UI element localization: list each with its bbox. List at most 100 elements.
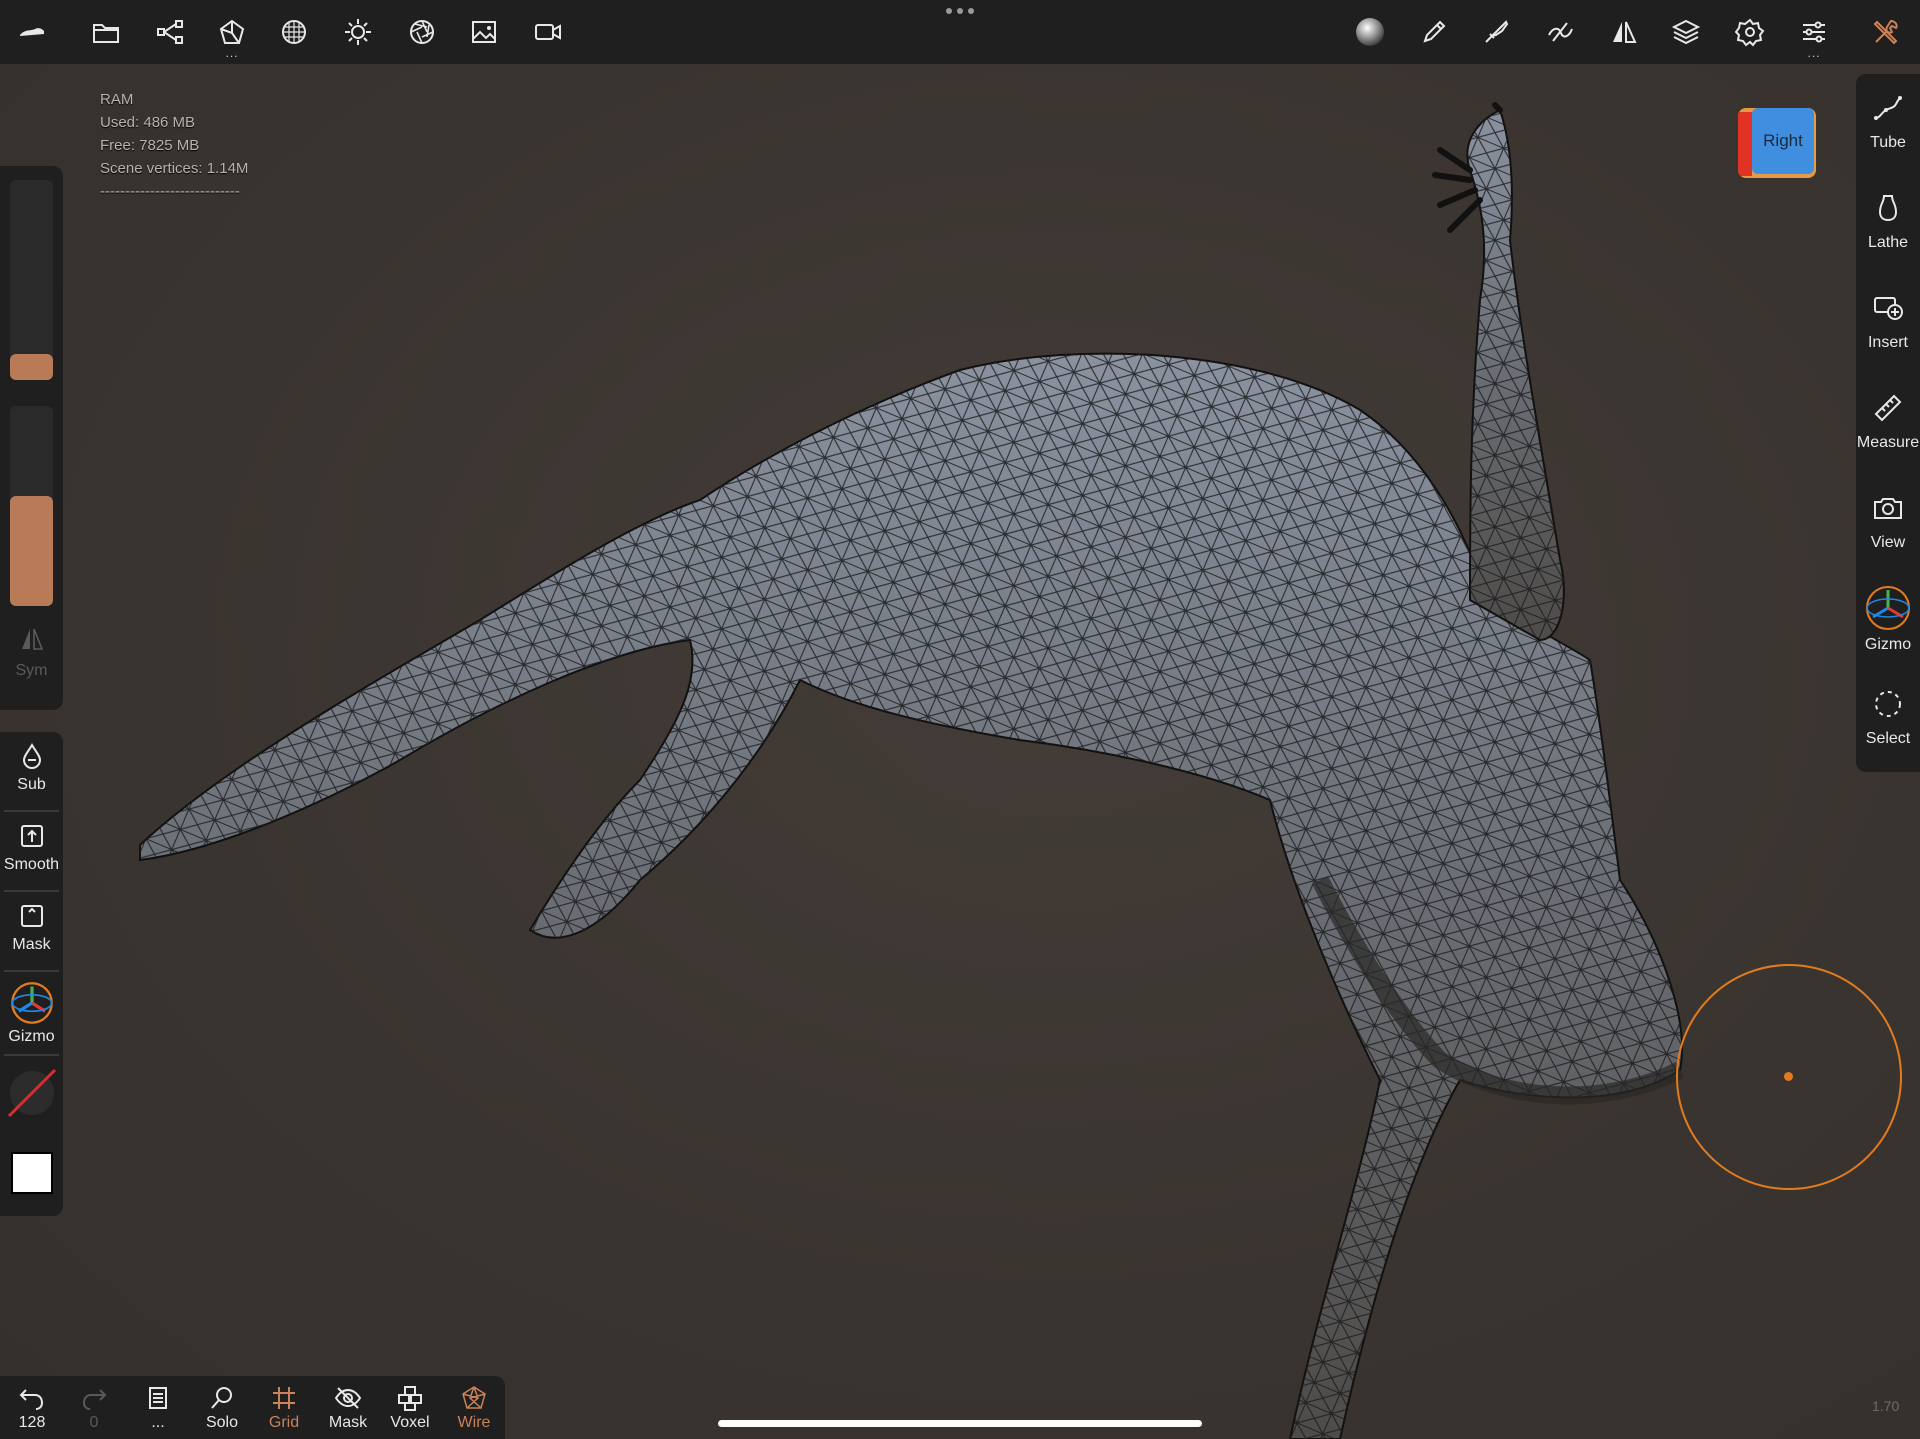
undo-count: 128 <box>18 1414 46 1431</box>
history-more: ... <box>151 1414 165 1431</box>
redo-icon <box>82 1389 107 1410</box>
gizmo-tool[interactable]: Gizmo <box>1856 584 1920 654</box>
select-tool[interactable]: Select <box>1856 688 1920 748</box>
history-button[interactable]: ... <box>128 1384 188 1432</box>
sym-toggle[interactable]: Sym <box>0 626 63 680</box>
ruler-icon <box>1874 394 1902 422</box>
matcap-sphere-icon[interactable] <box>1346 8 1394 56</box>
stroke-icon[interactable] <box>1536 8 1584 56</box>
insert-tool[interactable]: Insert <box>1856 292 1920 352</box>
light-icon[interactable] <box>334 8 382 56</box>
measure-label: Measure <box>1856 434 1920 451</box>
smooth-icon <box>20 825 43 847</box>
mask-visibility-button[interactable]: Mask <box>318 1384 378 1432</box>
radius-slider[interactable] <box>10 180 53 380</box>
view-cube-left-face[interactable] <box>1738 112 1752 176</box>
nomad-logo-icon[interactable] <box>8 8 56 56</box>
radius-slider-fill <box>10 354 53 380</box>
camera-aperture-icon[interactable] <box>398 8 446 56</box>
redo-button[interactable]: 0 <box>64 1384 124 1432</box>
tube-tool[interactable]: Tube <box>1856 92 1920 152</box>
voxel-button[interactable]: Voxel <box>380 1384 440 1432</box>
eye-slash-icon <box>334 1387 362 1409</box>
lathe-icon <box>1878 195 1898 222</box>
view-label: View <box>1870 534 1906 551</box>
layers-icon[interactable] <box>1662 8 1710 56</box>
lathe-tool[interactable]: Lathe <box>1856 192 1920 252</box>
sub-label: Sub <box>17 776 46 793</box>
measure-tool[interactable]: Measure <box>1856 392 1920 452</box>
scene-stats: RAM Used: 486 MB Free: 7825 MB Scene ver… <box>100 88 248 203</box>
redo-count: 0 <box>89 1414 99 1431</box>
solo-label: Solo <box>205 1414 239 1431</box>
intensity-slider-fill <box>10 496 53 606</box>
folder-icon[interactable] <box>82 8 130 56</box>
material-icon[interactable] <box>270 8 318 56</box>
select-icon <box>1875 691 1901 717</box>
wire-button[interactable]: Wire <box>444 1384 504 1432</box>
video-icon[interactable] <box>524 8 572 56</box>
ram-free: Free: 7825 MB <box>100 137 200 154</box>
color-swatch-none[interactable] <box>0 1068 63 1124</box>
gizmo-label: Gizmo <box>1864 636 1912 653</box>
left-tool-panel: Sub Smooth Mask Gizmo <box>0 732 63 1216</box>
wire-label: Wire <box>457 1414 491 1431</box>
symmetry-icon[interactable] <box>1600 8 1648 56</box>
3d-viewport[interactable] <box>0 0 1920 1439</box>
wireframe-model[interactable] <box>0 0 1920 1439</box>
wireframe-icon <box>462 1386 486 1409</box>
grid-button[interactable]: Grid <box>254 1384 314 1432</box>
paint-brush-icon[interactable] <box>1472 8 1520 56</box>
scene-graph-icon[interactable] <box>146 8 194 56</box>
tube-icon <box>1874 96 1902 120</box>
view-tool[interactable]: View <box>1856 492 1920 552</box>
grid-icon <box>273 1387 295 1409</box>
gizmo-button[interactable]: Gizmo <box>0 980 63 1046</box>
select-label: Select <box>1865 730 1911 747</box>
gizmo-label: Gizmo <box>8 1028 55 1045</box>
mask-label: Mask <box>12 936 51 953</box>
undo-icon <box>19 1389 44 1410</box>
voxel-icon <box>398 1386 422 1411</box>
solo-button[interactable]: Solo <box>192 1384 252 1432</box>
primitive-icon[interactable]: ... <box>208 8 256 60</box>
gizmo-icon <box>10 982 53 1024</box>
undo-button[interactable]: 128 <box>2 1384 62 1432</box>
insert-label: Insert <box>1867 334 1908 351</box>
view-cube[interactable]: Right <box>1738 108 1816 178</box>
camera-icon <box>1874 498 1902 519</box>
left-slider-panel: Sym <box>0 166 63 710</box>
sliders-icon[interactable]: ... <box>1790 8 1838 60</box>
ram-label: RAM <box>100 91 134 108</box>
voxel-label: Voxel <box>390 1414 430 1431</box>
insert-icon <box>1874 297 1903 320</box>
version-label: 1.70 <box>1872 1398 1900 1414</box>
history-icon <box>149 1387 167 1409</box>
bottom-toolbar: 128 0 ... Solo Grid Mask Voxel Wire <box>0 1376 505 1439</box>
drop-icon <box>22 742 41 769</box>
color-swatch-white[interactable] <box>0 1152 63 1194</box>
tube-label: Tube <box>1870 134 1906 151</box>
mask-button[interactable]: Mask <box>0 902 63 954</box>
intensity-slider[interactable] <box>10 406 53 606</box>
mask-label: Mask <box>328 1414 368 1431</box>
drag-handle[interactable] <box>944 8 976 20</box>
ram-used: Used: 486 MB <box>100 114 196 131</box>
sym-label: Sym <box>15 662 48 679</box>
image-icon[interactable] <box>460 8 508 56</box>
brush-center-dot <box>1784 1072 1793 1081</box>
sub-button[interactable]: Sub <box>0 742 63 794</box>
search-icon <box>211 1387 232 1409</box>
tools-icon[interactable] <box>1862 8 1910 56</box>
top-toolbar: ... ... <box>0 0 1920 64</box>
view-cube-right-face[interactable]: Right <box>1752 108 1814 174</box>
brush-pencil-icon[interactable] <box>1410 8 1458 56</box>
symmetry-icon <box>21 628 43 650</box>
no-color-icon <box>7 1068 56 1118</box>
home-indicator[interactable] <box>718 1420 1202 1427</box>
settings-icon[interactable] <box>1726 8 1774 56</box>
gizmo-icon <box>1865 585 1911 631</box>
right-tool-panel: Tube Lathe Insert Measure View Gizmo Sel… <box>1856 74 1920 772</box>
scene-vertices: Scene vertices: 1.14M <box>100 160 249 177</box>
smooth-button[interactable]: Smooth <box>0 822 63 874</box>
